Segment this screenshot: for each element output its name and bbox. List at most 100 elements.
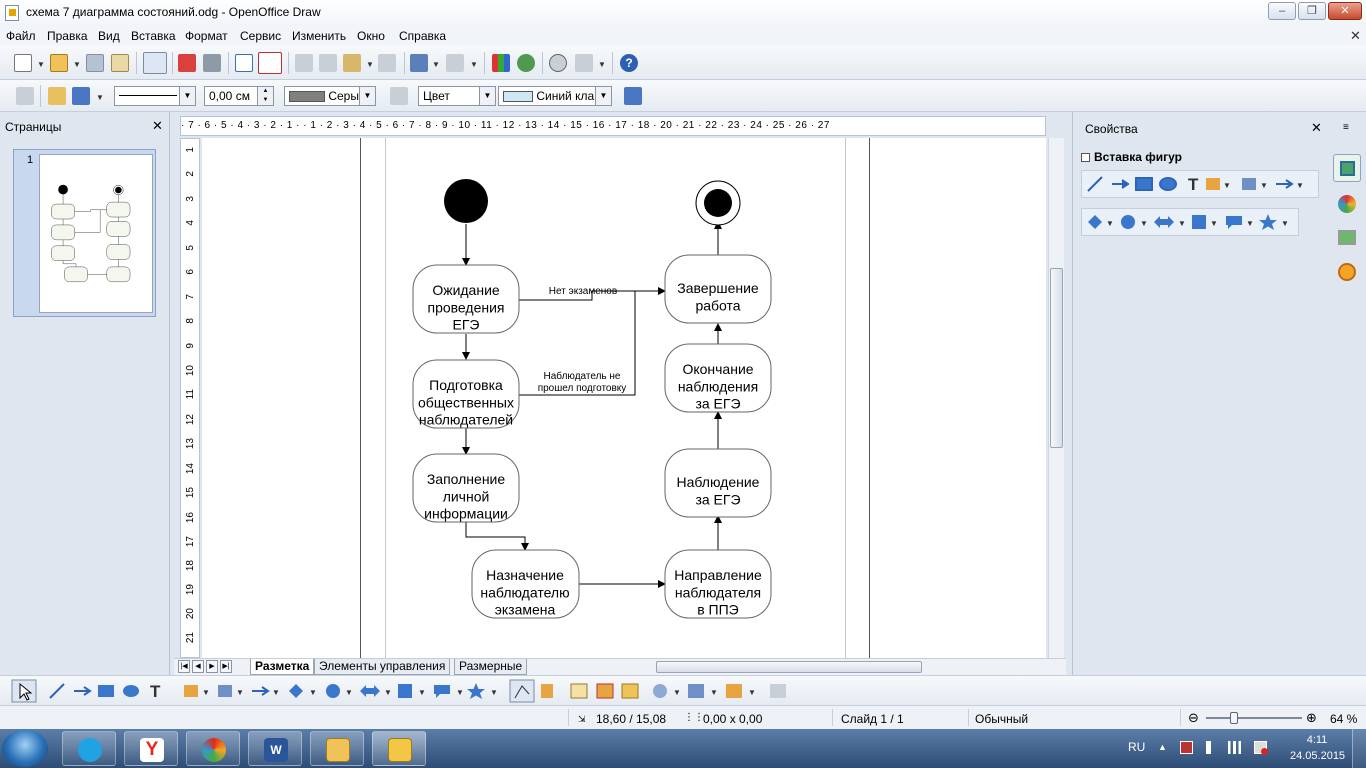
- line-style-icon[interactable]: [16, 87, 34, 105]
- show-desktop-button[interactable]: [1352, 729, 1366, 768]
- horizontal-ruler[interactable]: · 7 · 6 · 5 · 4 · 3 · 2 · 1 · · 1 · 2 · …: [180, 116, 1046, 136]
- cut-icon[interactable]: [295, 54, 313, 72]
- arrow-style-dropdown-icon[interactable]: ▼: [96, 93, 104, 102]
- vertical-ruler[interactable]: 1 2 3 4 5 6 7 8 9 10 11 12 13 14 15 16 1…: [180, 138, 200, 658]
- ellipse-tool-icon[interactable]: [1159, 177, 1177, 191]
- callouts-icon[interactable]: [434, 685, 450, 698]
- layer-tab-controls[interactable]: Элементы управления: [314, 659, 451, 675]
- extrusion-icon[interactable]: [770, 684, 786, 698]
- fontwork-icon[interactable]: [570, 683, 588, 699]
- first-tab-icon[interactable]: |◀: [178, 660, 190, 673]
- new-document-icon[interactable]: [14, 54, 32, 72]
- horizontal-scroll-thumb[interactable]: [656, 661, 922, 673]
- zoom-icon[interactable]: [575, 54, 593, 72]
- menu-format[interactable]: Формат: [185, 29, 228, 43]
- symbol-shapes-icon[interactable]: [1121, 215, 1135, 229]
- flowchart-icon[interactable]: [398, 684, 412, 698]
- taskbar-skype[interactable]: [62, 731, 116, 766]
- curve-icon[interactable]: [184, 685, 198, 697]
- menu-insert[interactable]: Вставка: [131, 29, 176, 43]
- block-arrows-icon[interactable]: [360, 685, 380, 697]
- connector-s3-to-s4[interactable]: [465, 522, 529, 551]
- spellcheck-icon[interactable]: [235, 54, 253, 72]
- taskbar-word[interactable]: W: [248, 731, 302, 766]
- export-pdf-icon[interactable]: [178, 54, 196, 72]
- line-color-select[interactable]: Серый ▼: [284, 86, 376, 106]
- callouts-icon[interactable]: [1226, 216, 1242, 229]
- menu-view[interactable]: Вид: [98, 29, 120, 43]
- vertical-scrollbar[interactable]: [1048, 138, 1064, 658]
- start-button[interactable]: [2, 730, 48, 767]
- rectangle-tool-icon[interactable]: [1135, 177, 1153, 191]
- new-dropdown-icon[interactable]: ▼: [37, 60, 45, 69]
- menu-tools[interactable]: Сервис: [240, 29, 281, 43]
- arrow-line-icon[interactable]: [74, 686, 92, 696]
- help-icon[interactable]: ?: [620, 54, 638, 72]
- rectangle-icon[interactable]: [98, 685, 114, 697]
- close-pages-pane-icon[interactable]: ✕: [152, 118, 163, 134]
- initial-state[interactable]: [444, 179, 488, 223]
- network-signal-icon[interactable]: [1228, 741, 1241, 754]
- points-button[interactable]: [509, 679, 535, 703]
- flowchart-icon[interactable]: [1192, 215, 1206, 229]
- save-icon[interactable]: [86, 54, 104, 72]
- gallery-icon[interactable]: [621, 683, 639, 699]
- zoom-out-icon[interactable]: ⊖: [1188, 710, 1199, 726]
- navigator-deck-icon[interactable]: [1333, 258, 1361, 286]
- area-style-select[interactable]: Цвет ▼: [418, 86, 496, 106]
- clone-formatting-icon[interactable]: [378, 54, 396, 72]
- copy-icon[interactable]: [319, 54, 337, 72]
- menu-window[interactable]: Окно: [357, 29, 385, 43]
- taskbar-explorer[interactable]: [310, 731, 364, 766]
- line-icon[interactable]: [48, 87, 66, 105]
- maximize-button[interactable]: ❐: [1298, 2, 1326, 20]
- drawing-workspace[interactable]: Ожидание проведения ЕГЭ Подготовка обществе…: [202, 138, 1046, 658]
- undo-dropdown-icon[interactable]: ▼: [432, 60, 440, 69]
- shadow-icon[interactable]: [624, 87, 642, 105]
- layer-tab-dimensions[interactable]: Размерные: [454, 659, 528, 675]
- vertical-scroll-thumb[interactable]: [1050, 268, 1063, 448]
- zoom-slider[interactable]: [1206, 717, 1302, 719]
- print-icon[interactable]: [203, 54, 221, 72]
- network-status-icon[interactable]: [1254, 741, 1268, 755]
- redo-icon[interactable]: [446, 54, 464, 72]
- open-folder-icon[interactable]: [50, 54, 68, 72]
- close-sidebar-icon[interactable]: ✕: [1311, 120, 1322, 136]
- arrange-icon[interactable]: [726, 684, 742, 698]
- taskbar-yandex-browser[interactable]: Y: [124, 731, 178, 766]
- keyboard-language[interactable]: RU: [1128, 740, 1145, 754]
- area-icon[interactable]: [390, 87, 408, 105]
- menu-help[interactable]: Справка: [399, 29, 446, 43]
- insert-shapes-section[interactable]: Вставка фигур: [1081, 150, 1182, 164]
- block-arrows-icon[interactable]: [1154, 216, 1174, 228]
- basic-shapes-icon[interactable]: [1088, 215, 1102, 229]
- line-icon[interactable]: [49, 683, 65, 699]
- menu-file[interactable]: Файл: [6, 29, 36, 43]
- alignment-icon[interactable]: [688, 684, 704, 698]
- basic-shapes-icon[interactable]: [289, 684, 303, 698]
- prev-tab-icon[interactable]: ◀: [192, 660, 204, 673]
- from-file-icon[interactable]: [596, 683, 614, 699]
- stars-icon[interactable]: [1259, 214, 1277, 230]
- stars-icon[interactable]: [467, 683, 485, 699]
- properties-deck-icon[interactable]: [1333, 154, 1361, 182]
- menu-modify[interactable]: Изменить: [292, 29, 346, 43]
- auto-spellcheck-icon[interactable]: [258, 52, 282, 74]
- edit-file-icon[interactable]: [143, 52, 167, 74]
- email-icon[interactable]: [111, 54, 129, 72]
- glue-points-icon[interactable]: [541, 684, 553, 698]
- arrow-style-icon[interactable]: [72, 87, 90, 105]
- text-tool-icon[interactable]: T: [1188, 175, 1199, 194]
- curve-tool-icon[interactable]: [1206, 178, 1220, 190]
- paste-dropdown-icon[interactable]: ▼: [366, 60, 374, 69]
- symbol-shapes-icon[interactable]: [326, 684, 340, 698]
- rotate-icon[interactable]: [653, 684, 667, 698]
- layer-tab-layout[interactable]: Разметка: [250, 659, 315, 675]
- connector-icon[interactable]: [218, 685, 232, 697]
- paste-icon[interactable]: [343, 54, 361, 72]
- tray-clock[interactable]: 4:11 24.05.2015: [1290, 732, 1345, 764]
- ellipse-icon[interactable]: [123, 685, 139, 697]
- close-window-button[interactable]: ✕: [1328, 2, 1362, 20]
- last-tab-icon[interactable]: ▶|: [220, 660, 232, 673]
- line-tool-icon[interactable]: [1087, 176, 1103, 192]
